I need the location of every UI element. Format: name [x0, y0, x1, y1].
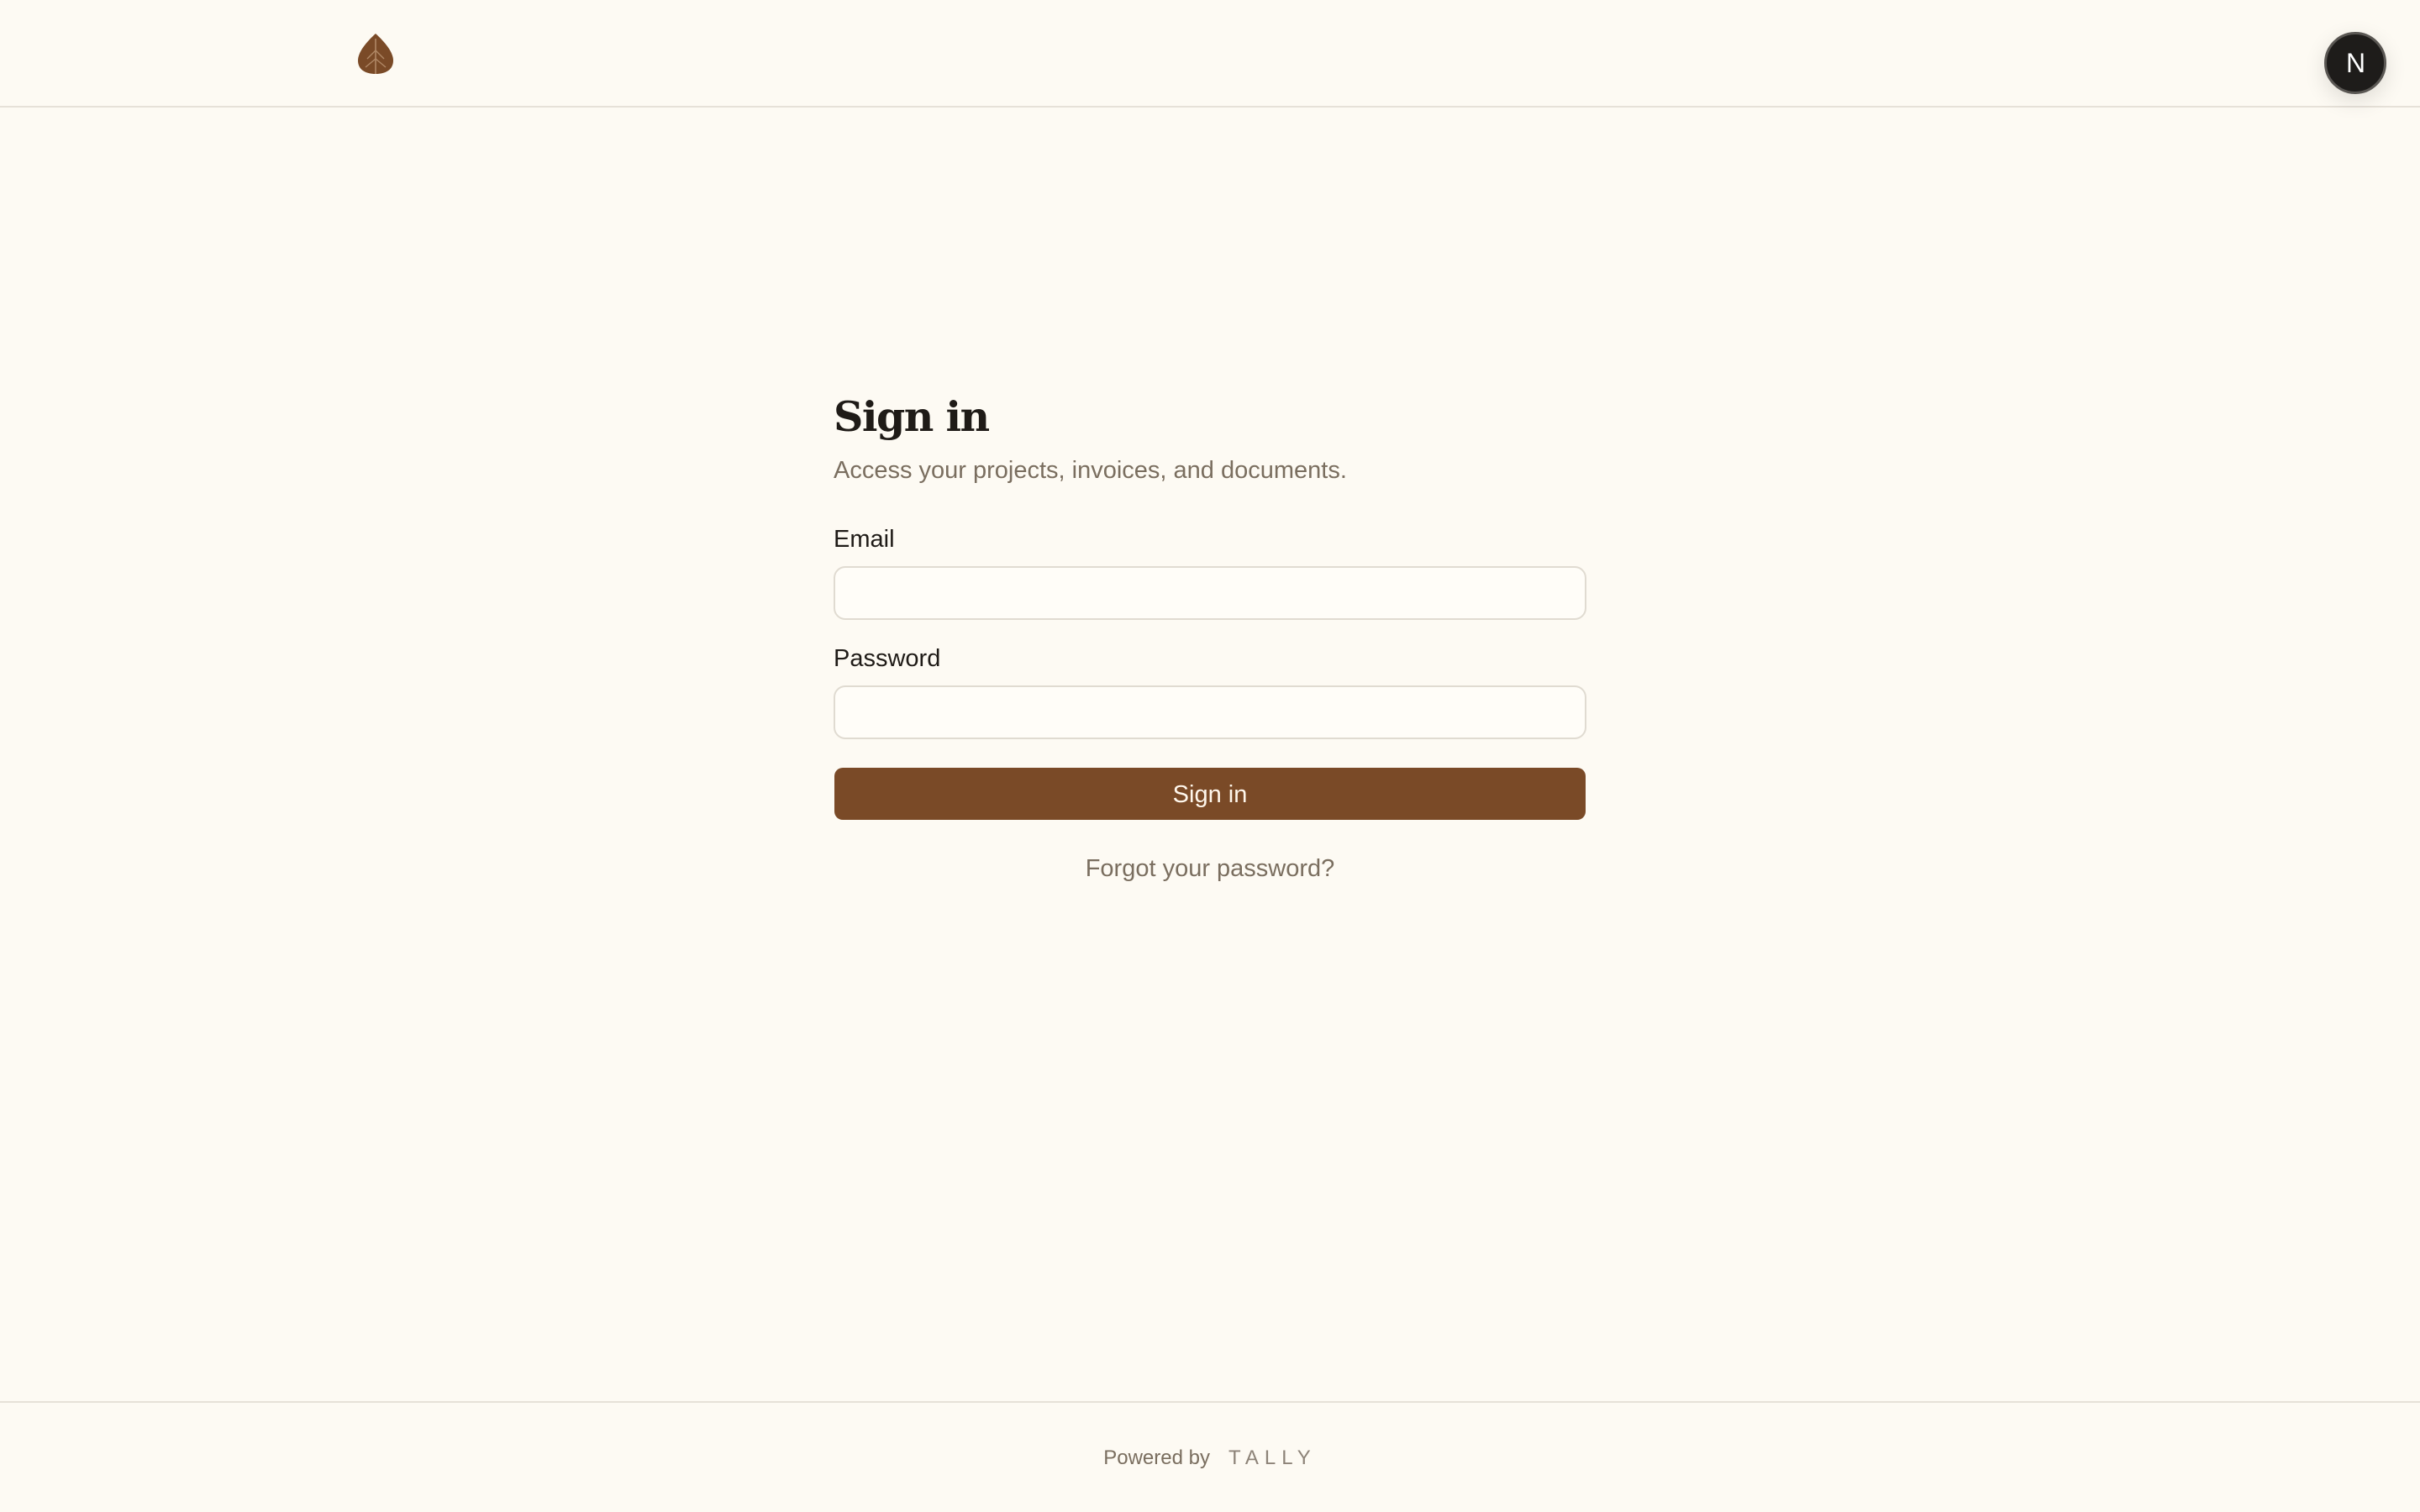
sign-in-button[interactable]: Sign in — [834, 768, 1586, 820]
password-field[interactable] — [834, 685, 1586, 739]
email-field[interactable] — [834, 566, 1586, 620]
top-bar: N — [0, 0, 2420, 108]
powered-by: Powered by TALLY — [0, 1445, 2420, 1472]
brand-link[interactable]: TALLY — [1228, 1446, 1317, 1469]
powered-by-label: Powered by — [1103, 1446, 1210, 1469]
page-subtitle: Access your projects, invoices, and docu… — [834, 457, 1347, 484]
sign-in-form: Sign in Access your projects, invoices, … — [834, 386, 1586, 885]
user-avatar[interactable]: N — [2324, 32, 2386, 94]
forgot-password-link[interactable]: Forgot your password? — [834, 852, 1586, 885]
email-label: Email — [834, 526, 895, 553]
leaf-logo-icon[interactable] — [356, 32, 395, 76]
footer: Powered by TALLY — [0, 1401, 2420, 1512]
page-title: Sign in — [834, 392, 990, 441]
password-label: Password — [834, 645, 941, 672]
